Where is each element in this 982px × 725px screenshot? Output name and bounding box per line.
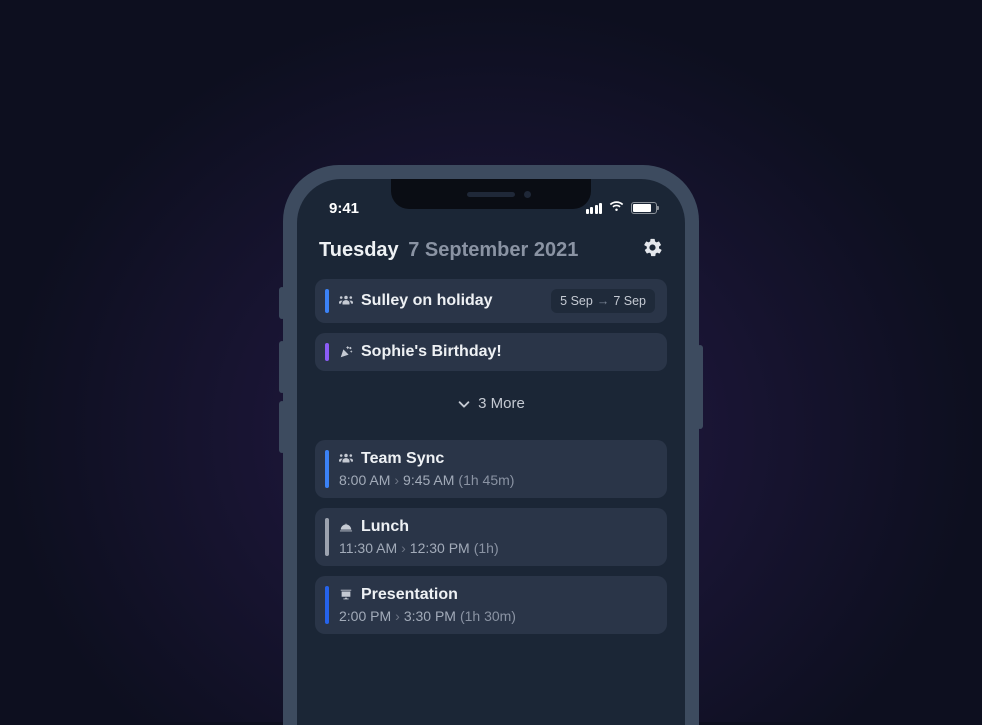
presentation-icon bbox=[339, 588, 353, 602]
event-title: Lunch bbox=[361, 518, 409, 536]
food-icon bbox=[339, 520, 353, 534]
event-start-time: 11:30 AM bbox=[339, 540, 397, 556]
events-list: Sulley on holiday 5 Sep → 7 Sep bbox=[297, 273, 685, 640]
chevron-down-icon bbox=[457, 397, 471, 411]
event-time: 8:00 AM › 9:45 AM (1h 45m) bbox=[339, 472, 655, 488]
chevron-right-icon: › bbox=[395, 608, 400, 624]
event-start-time: 2:00 PM bbox=[339, 608, 391, 624]
event-card-allday[interactable]: Sophie's Birthday! bbox=[315, 333, 667, 371]
arrow-right-icon: → bbox=[597, 294, 610, 308]
event-card-timed[interactable]: Lunch 11:30 AM › 12:30 PM (1h) bbox=[315, 508, 667, 566]
date-to: 7 Sep bbox=[613, 294, 646, 308]
status-icons bbox=[586, 199, 658, 217]
event-title: Presentation bbox=[361, 586, 458, 604]
page-title: Tuesday 7 September 2021 bbox=[319, 239, 578, 262]
event-card-timed[interactable]: Team Sync 8:00 AM › 9:45 AM (1h 45m) bbox=[315, 440, 667, 498]
event-card-timed[interactable]: Presentation 2:00 PM › 3:30 PM (1h 30m) bbox=[315, 576, 667, 634]
event-color-bar bbox=[325, 450, 329, 488]
settings-button[interactable] bbox=[642, 237, 663, 263]
page-header: Tuesday 7 September 2021 bbox=[297, 223, 685, 273]
event-end-time: 12:30 PM bbox=[410, 540, 470, 556]
chevron-right-icon: › bbox=[394, 472, 399, 488]
phone-notch bbox=[391, 179, 591, 209]
event-time: 11:30 AM › 12:30 PM (1h) bbox=[339, 540, 655, 556]
event-color-bar bbox=[325, 289, 329, 313]
date-from: 5 Sep bbox=[560, 294, 593, 308]
date-text: 7 September 2021 bbox=[408, 239, 578, 261]
event-title: Sophie's Birthday! bbox=[361, 343, 502, 361]
day-name: Tuesday bbox=[319, 239, 399, 261]
event-start-time: 8:00 AM bbox=[339, 472, 390, 488]
show-more-button[interactable]: 3 More bbox=[315, 381, 667, 430]
event-title: Sulley on holiday bbox=[361, 292, 493, 310]
chevron-right-icon: › bbox=[401, 540, 406, 556]
event-card-allday[interactable]: Sulley on holiday 5 Sep → 7 Sep bbox=[315, 279, 667, 323]
people-icon bbox=[339, 294, 353, 308]
event-duration: (1h 30m) bbox=[460, 608, 516, 624]
event-color-bar bbox=[325, 518, 329, 556]
wifi-icon bbox=[608, 199, 625, 217]
phone-frame: 9:41 Tuesday 7 September 2021 bbox=[283, 165, 699, 725]
phone-screen: 9:41 Tuesday 7 September 2021 bbox=[297, 179, 685, 725]
event-end-time: 9:45 AM bbox=[403, 472, 454, 488]
event-date-range: 5 Sep → 7 Sep bbox=[551, 289, 655, 313]
event-duration: (1h) bbox=[474, 540, 499, 556]
event-title: Team Sync bbox=[361, 450, 444, 468]
party-icon bbox=[339, 345, 353, 359]
status-time: 9:41 bbox=[329, 200, 359, 217]
people-icon bbox=[339, 452, 353, 466]
battery-icon bbox=[631, 202, 657, 214]
speaker-grill bbox=[467, 192, 515, 197]
phone-mockup: 9:41 Tuesday 7 September 2021 bbox=[283, 165, 699, 725]
event-duration: (1h 45m) bbox=[458, 472, 514, 488]
event-time: 2:00 PM › 3:30 PM (1h 30m) bbox=[339, 608, 655, 624]
front-camera bbox=[524, 191, 531, 198]
event-color-bar bbox=[325, 586, 329, 624]
gear-icon bbox=[642, 245, 663, 262]
event-end-time: 3:30 PM bbox=[404, 608, 456, 624]
event-color-bar bbox=[325, 343, 329, 361]
more-label: 3 More bbox=[478, 395, 525, 412]
cellular-signal-icon bbox=[586, 203, 603, 214]
